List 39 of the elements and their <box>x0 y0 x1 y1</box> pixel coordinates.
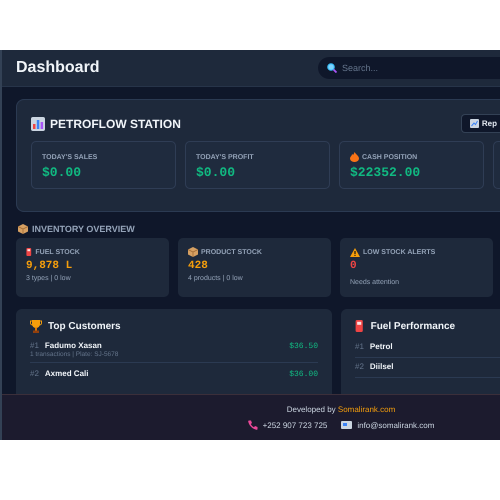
card-value: 428 <box>188 260 209 272</box>
mail-icon <box>341 421 352 429</box>
rank-label: #2 <box>30 369 39 378</box>
card-value: 9,878 L <box>26 260 74 272</box>
customer-name: Axmed Cali <box>44 369 88 378</box>
rank-label: #1 <box>30 341 39 350</box>
panel-title: Top Customers <box>48 321 121 332</box>
phone-number: +252 907 723 725 <box>262 420 328 430</box>
stat-value: $0.00 <box>196 165 236 180</box>
report-button[interactable]: Rep <box>460 114 500 133</box>
site-link[interactable]: Somalirank.com <box>338 405 396 414</box>
email-address: info@somalirank.com <box>357 420 434 430</box>
fuel-pump-icon <box>26 248 32 256</box>
stat-value: $22352.00 <box>350 165 422 180</box>
phone-icon <box>248 420 258 430</box>
fuel-name: Diilsel <box>370 362 394 371</box>
search-icon <box>327 63 337 73</box>
panel-title: Fuel Performance <box>370 320 456 332</box>
search-field[interactable]: Search... <box>318 57 500 79</box>
chart-icon <box>470 119 479 128</box>
stat-value: $0.00 <box>42 165 82 180</box>
rank-label: #2 <box>355 362 364 371</box>
flame-icon <box>350 152 359 162</box>
customer-amount: $36.00 <box>289 370 318 379</box>
bar-chart-icon <box>31 116 45 130</box>
box-icon <box>188 247 198 257</box>
customer-amount: $36.50 <box>289 342 318 351</box>
page-title: Dashboard <box>16 59 100 77</box>
box-icon <box>18 224 28 234</box>
station-title: PETROFLOW STATION <box>50 116 181 130</box>
customer-name: Fadumo Xasan <box>44 341 102 350</box>
fuel-pump-icon <box>355 320 365 332</box>
section-title: INVENTORY OVERVIEW <box>32 224 135 234</box>
fuel-name: Petrol <box>370 342 393 351</box>
warning-icon <box>350 248 360 256</box>
trophy-icon <box>30 320 42 333</box>
card-value: 0 <box>350 260 358 272</box>
rank-label: #1 <box>355 342 364 351</box>
footer-credit: Developed by Somalirank.com <box>286 405 396 414</box>
